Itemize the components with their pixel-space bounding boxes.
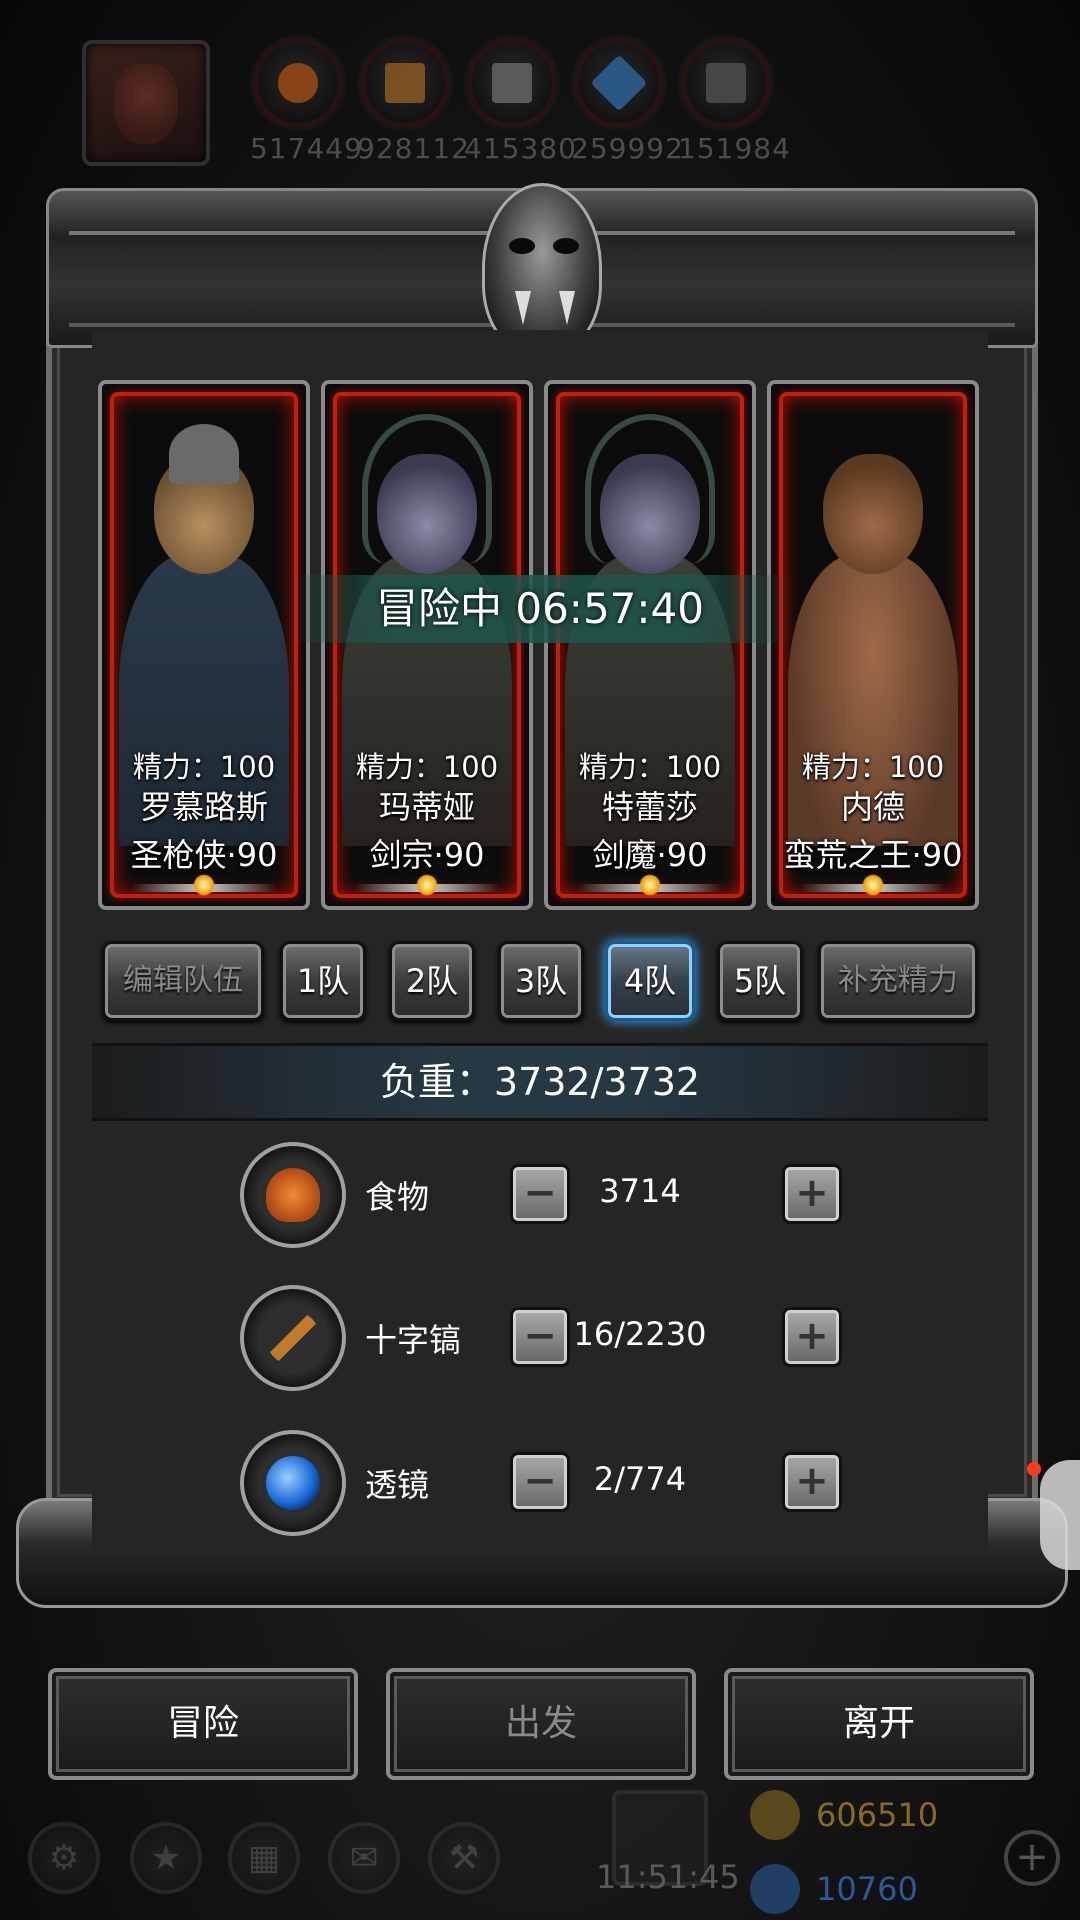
hero-name: 特蕾莎 <box>601 788 698 826</box>
supply-row-lens: 透镜 − 2/774 + <box>240 1430 860 1540</box>
resource-iron[interactable]: 415380 <box>464 38 577 168</box>
hero-name: 罗慕路斯 <box>139 788 268 826</box>
resource-value: 517449 <box>250 132 363 165</box>
gold-value: 606510 <box>816 1796 939 1834</box>
star-icon <box>862 874 884 896</box>
gem-value: 10760 <box>816 1870 918 1908</box>
clock: 11:51:45 <box>596 1858 740 1896</box>
resource-value: 259992 <box>571 132 684 165</box>
leave-button[interactable]: 离开 <box>724 1668 1034 1780</box>
crystal-icon <box>574 38 664 128</box>
increase-pickaxe-button[interactable]: + <box>782 1307 842 1367</box>
star-icon <box>193 874 215 896</box>
adventure-button[interactable]: 冒险 <box>48 1668 358 1780</box>
hero-card[interactable]: 精力：100 内德 蛮荒之王·90 <box>767 380 979 910</box>
hero-class-level: 剑魔·90 <box>592 836 708 874</box>
guild-icon[interactable]: ⚒ <box>428 1822 500 1894</box>
team-selector: 编辑队伍 1队 2队 3队 4队 5队 补充精力 <box>100 935 980 1025</box>
player-avatar[interactable] <box>82 40 210 166</box>
ore-icon <box>681 38 771 128</box>
supply-label: 食物 <box>365 1178 430 1216</box>
pickaxe-icon <box>240 1285 346 1391</box>
supply-label: 十字镐 <box>365 1321 462 1359</box>
meat-icon <box>240 1142 346 1248</box>
load-capacity: 负重：3732/3732 <box>92 1043 988 1121</box>
lens-icon <box>240 1430 346 1536</box>
notification-dot <box>1027 1462 1041 1476</box>
food-icon <box>253 38 343 128</box>
star-icon <box>416 874 438 896</box>
supply-row-food: 食物 − 3714 + <box>240 1142 860 1252</box>
gem-icon <box>750 1864 800 1914</box>
increase-lens-button[interactable]: + <box>782 1452 842 1512</box>
hero-stamina: 精力：100 <box>132 750 276 784</box>
team-3-button[interactable]: 3队 <box>498 941 584 1021</box>
resource-value: 415380 <box>464 132 577 165</box>
hero-stamina: 精力：100 <box>355 750 499 784</box>
skull-ornament-icon <box>482 183 602 353</box>
hero-class-level: 剑宗·90 <box>369 836 485 874</box>
team-1-button[interactable]: 1队 <box>280 941 366 1021</box>
team-4-button[interactable]: 4队 <box>605 941 695 1021</box>
wood-icon <box>360 38 450 128</box>
hero-lineup: 精力：100 罗慕路斯 圣枪侠·90 精力：100 玛蒂娅 剑宗·90 精力：1… <box>98 380 983 910</box>
shop-icon[interactable]: ▦ <box>228 1822 300 1894</box>
increase-food-button[interactable]: + <box>782 1164 842 1224</box>
adventure-timer: 冒险中 06:57:40 <box>290 575 790 643</box>
iron-icon <box>467 38 557 128</box>
star-icon <box>639 874 661 896</box>
mail-icon[interactable]: ✉ <box>328 1822 400 1894</box>
gold-icon <box>750 1790 800 1840</box>
hero-name: 内德 <box>840 788 905 826</box>
gold-counter: 606510 <box>750 1790 1050 1842</box>
hero-class-level: 圣枪侠·90 <box>130 836 278 874</box>
avatar-face <box>114 64 178 144</box>
bottom-bar: ⚙ ★ ▦ ✉ ⚒ 11:51:45 606510 10760 + <box>0 1790 1080 1920</box>
supply-quantity: 2/774 <box>593 1460 687 1498</box>
resource-food[interactable]: 517449 <box>250 38 363 168</box>
team-5-button[interactable]: 5队 <box>717 941 803 1021</box>
resource-value: 928112 <box>357 132 470 165</box>
hero-card[interactable]: 精力：100 特蕾莎 剑魔·90 <box>544 380 756 910</box>
resource-wood[interactable]: 928112 <box>357 38 470 168</box>
edit-team-button[interactable]: 编辑队伍 <box>102 941 264 1021</box>
refill-stamina-button[interactable]: 补充精力 <box>818 941 978 1021</box>
team-2-button[interactable]: 2队 <box>389 941 475 1021</box>
gem-counter: 10760 <box>750 1864 1050 1916</box>
hero-stamina: 精力：100 <box>578 750 722 784</box>
supply-label: 透镜 <box>365 1466 430 1504</box>
settings-icon[interactable]: ⚙ <box>28 1822 100 1894</box>
hero-name: 玛蒂娅 <box>378 788 475 826</box>
hero-class-level: 蛮荒之王·90 <box>783 836 963 874</box>
depart-button[interactable]: 出发 <box>386 1668 696 1780</box>
resource-value: 151984 <box>678 132 791 165</box>
add-currency-button[interactable]: + <box>1004 1830 1060 1886</box>
resource-crystal[interactable]: 259992 <box>571 38 684 168</box>
achievement-icon[interactable]: ★ <box>130 1822 202 1894</box>
supply-quantity: 16/2230 <box>573 1315 707 1353</box>
supply-quantity: 3714 <box>599 1172 681 1210</box>
floating-assistant-icon[interactable] <box>1040 1460 1080 1570</box>
hero-stamina: 精力：100 <box>801 750 945 784</box>
hero-card[interactable]: 精力：100 玛蒂娅 剑宗·90 <box>321 380 533 910</box>
hero-card[interactable]: 精力：100 罗慕路斯 圣枪侠·90 <box>98 380 310 910</box>
resource-ore[interactable]: 151984 <box>678 38 791 168</box>
top-bar: 517449 928112 415380 259992 151984 <box>0 0 1080 175</box>
supply-row-pickaxe: 十字镐 − 16/2230 + <box>240 1285 860 1395</box>
